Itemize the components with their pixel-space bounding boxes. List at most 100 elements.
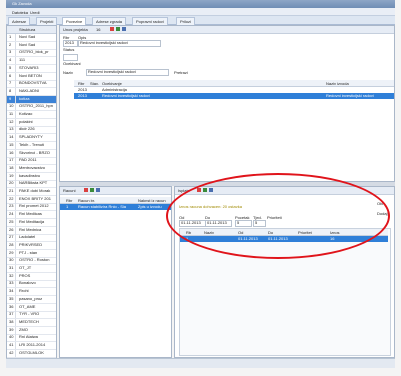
filter-input[interactable]: Redovni investicijski radovi [86,69,169,76]
project-toolbar-title: Unos projekta [63,27,88,32]
label-status: Status [63,47,75,52]
structure-column-header: Struktura [19,27,36,32]
row-label: OSTRO_blok_pr [19,49,49,55]
row-number: 23 [9,203,16,211]
cell: Racun stabilizira Rnio - Sia [78,204,127,209]
menu-item-file[interactable]: Datoteka [12,10,28,15]
table-row-selected[interactable]: 1 01.11.2013 01.11.2013 16 [180,236,388,242]
row-number: 32 [9,272,16,280]
row-number: 36 [9,303,16,311]
row-label: Rni Mediicas [19,211,42,217]
save-icon[interactable] [122,27,126,31]
filter-button[interactable]: Pretrazi [174,70,188,75]
tjed-field[interactable]: 5 [253,220,266,227]
add-icon[interactable] [90,188,94,192]
row-number: 14 [9,134,16,142]
isplate-toolbar: Isplate [175,187,394,195]
title-bar: Gk Zavoda [6,0,395,8]
row-label: PTJ - stan [19,249,38,255]
row-number: 15 [9,141,16,149]
row-number: 22 [9,195,16,203]
status-bar [6,358,395,368]
row-number: 38 [9,318,16,326]
row-label: Novi Sad [19,34,36,39]
cell: Redovni investicijski radovi [326,93,374,98]
save-icon[interactable] [96,188,100,192]
row-label: ZMO [19,326,28,332]
col-prioritet: Prioritet [298,230,312,235]
menu-item-edit[interactable]: Uredi [30,10,40,15]
row-label: PRIKVRSED [19,241,43,247]
status-select[interactable] [63,54,78,61]
row-number: 34 [9,288,16,296]
row-label: Novi BETON [19,72,42,78]
row-label: Kotizao [19,111,33,116]
project-grid-header: Rbr Stav. Ocekivanje Naziv izvoda [74,80,394,87]
label-desc: Ocekivani [63,61,81,66]
row-label: SPLADNYTY [19,134,43,140]
col-naknst: Naknst iz racun [138,198,166,203]
row-number: 19 [9,172,16,180]
row-number: 31 [9,265,16,272]
window-title: Gk Zavoda [12,1,32,6]
row-label: MEDTECH [19,318,39,324]
row-label: BONDOVSTVA [19,80,47,86]
row-label: OSTRO - Roston [19,257,50,263]
delete-icon[interactable] [84,188,88,192]
col-racun: Racun br. [78,198,96,203]
row-label: Rni promet 2012 [19,203,49,209]
structure-toolbar: Struktura [7,26,56,34]
col-rbr: Rbr [66,198,73,203]
row-label: kavadinstvu [19,172,41,178]
row-label: polakini [19,118,33,124]
row-label: Novi Sad [19,41,36,47]
description-field[interactable]: Redovni investicijski radovi [78,40,161,47]
row-label: pasano_proz [19,295,43,301]
info-text: Iznos racuna dohvacen: 20 ostavka [179,204,242,209]
row-label: Ladolatel [19,234,36,240]
row-number: 28 [9,241,16,249]
row-label: LRI 2011-2014 [19,342,46,347]
add-icon[interactable] [203,188,207,192]
row-label: Rni Ataiwa [19,334,38,340]
table-row-selected[interactable]: 2013 Redovni investicijski radovi Redovn… [74,93,394,99]
cell: 01.11.2013 [268,236,288,241]
structure-list-panel: Struktura 1 Novi Sad 2 Novi Sad 3 OSTRO_blok_… [6,25,57,358]
row-label: NARBiksta KPT [19,180,48,186]
row-label: Bonalovo [19,280,36,286]
row-number: 42 [9,349,16,357]
row-label: Rni Meditacija [19,218,45,224]
row-label: PAKE dobi Morak [19,188,51,193]
table-row-selected[interactable]: 1 Racun stabilizira Rnio - Sia Zpis u iz… [60,204,171,210]
row-label: TYR - VRO [19,311,40,317]
col-od: Od [238,230,244,235]
row-label: kotiza [19,95,30,101]
dodaj-button[interactable]: Dodaj [377,211,387,216]
cell: Zpis u izvodu [138,204,162,209]
add-icon[interactable] [116,27,120,31]
delete-icon[interactable] [197,188,201,192]
row-number: 1 [9,34,16,41]
od-date-field[interactable]: 01.11.2013 [179,220,206,227]
row-number: 10 [9,103,16,111]
obri-button[interactable]: Obri [377,201,385,206]
col-rb: Rb [186,230,192,235]
col-ocekivanje: Ocekivanje [102,81,122,86]
row-number: 2 [9,41,16,49]
pocetak-field[interactable]: 5 [235,220,252,227]
row-number: 39 [9,326,16,334]
project-toolbar: Unos projekta 16 [60,26,394,34]
list-item[interactable]: 42 OSTGLMLOK [7,349,56,358]
isplate-grid-header: Rb Naziv Od Do Prioritet Iznos [180,229,388,236]
row-number: 40 [9,334,16,342]
row-number: 8 [9,87,16,95]
save-icon[interactable] [209,188,213,192]
row-number: 41 [9,342,16,349]
row-label: STOVARI3 [19,64,39,70]
row-label: Rni Mednica [19,226,42,232]
status-field[interactable]: 2013 [63,40,78,47]
do-date-field[interactable]: 01.11.2013 [205,220,232,227]
delete-icon[interactable] [110,27,114,31]
cell: 16 [330,236,335,241]
row-number: 11 [9,111,16,118]
